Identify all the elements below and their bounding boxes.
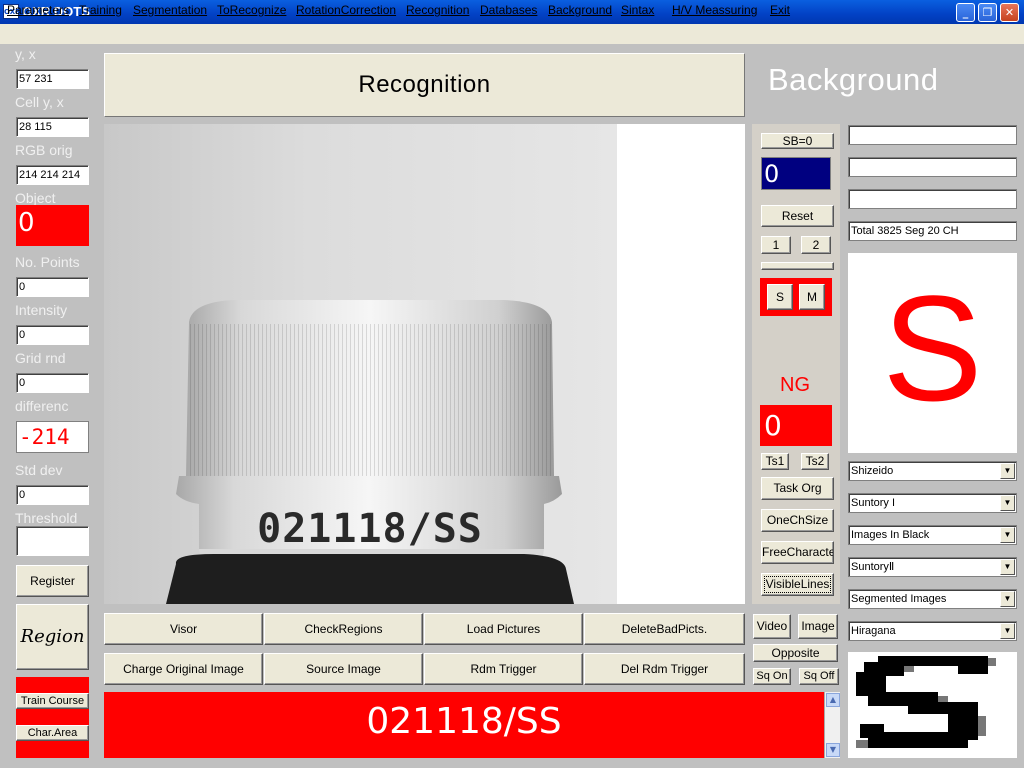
info-field-2[interactable] — [848, 157, 1017, 177]
restore-icon[interactable]: ❐ — [978, 3, 997, 22]
menu-bar — [0, 24, 1024, 44]
points-field[interactable]: 0 — [16, 277, 89, 297]
check-regions-button[interactable]: CheckRegions — [264, 613, 423, 645]
menu-parameters[interactable]: Parameters — [7, 3, 69, 17]
menu-recognition[interactable]: Recognition — [406, 3, 469, 17]
s-button[interactable]: S — [767, 284, 793, 310]
intensity-field[interactable]: 0 — [16, 325, 89, 345]
yx-label: y, x — [15, 46, 36, 62]
register-button[interactable]: Register — [16, 565, 89, 597]
menu-rotationcorrection[interactable]: RotationCorrection — [296, 3, 396, 17]
char-area-indicator — [16, 709, 89, 725]
recognized-char: S — [882, 264, 983, 432]
train-course-button[interactable]: Train Course — [16, 693, 89, 709]
info-field-3[interactable] — [848, 189, 1017, 209]
image-margin — [617, 124, 745, 604]
std-field[interactable]: 0 — [16, 485, 89, 505]
grid-label: Grid rnd — [15, 350, 66, 366]
rgb-field[interactable]: 214 214 214 — [16, 165, 89, 185]
database-combo-1[interactable]: Shizeido ▼ — [848, 461, 1017, 481]
background-title: Background — [768, 62, 939, 97]
scroll-up-arrow-icon[interactable]: ▲ — [826, 693, 840, 707]
yx-field[interactable]: 57 231 — [16, 69, 89, 89]
recognition-result: 021118/SS — [104, 692, 824, 758]
rdm-trigger-button[interactable]: Rdm Trigger — [424, 653, 583, 685]
database-combo-5[interactable]: Segmented Images ▼ — [848, 589, 1017, 609]
grid-field[interactable]: 0 — [16, 373, 89, 393]
train-course-indicator — [16, 677, 89, 693]
threshold-field[interactable] — [16, 526, 89, 556]
ts1-button[interactable]: Ts1 — [761, 453, 789, 470]
menu-hv-meassuring[interactable]: H/V Meassuring — [672, 3, 757, 17]
dropdown-arrow-icon[interactable]: ▼ — [1000, 495, 1015, 511]
menu-training[interactable]: Training — [79, 3, 122, 17]
menu-exit[interactable]: Exit — [770, 3, 790, 17]
charge-original-image-button[interactable]: Charge Original Image — [104, 653, 263, 685]
opposite-button[interactable]: Opposite — [753, 644, 838, 662]
sb-button[interactable]: SB=0 — [761, 133, 834, 149]
blank-bar — [761, 262, 834, 270]
dropdown-arrow-icon[interactable]: ▼ — [1000, 623, 1015, 639]
m-button[interactable]: M — [799, 284, 825, 310]
rgb-label: RGB orig — [15, 142, 73, 158]
database-combo-4[interactable]: SuntoryⅡ ▼ — [848, 557, 1017, 577]
dropdown-arrow-icon[interactable]: ▼ — [1000, 463, 1015, 479]
menu-torecognize[interactable]: ToRecognize — [217, 3, 286, 17]
points-label: No. Points — [15, 254, 80, 270]
region-button[interactable]: Region — [16, 604, 89, 670]
video-button[interactable]: Video — [753, 614, 791, 639]
source-image-button[interactable]: Source Image — [264, 653, 423, 685]
database-combo-3[interactable]: Images In Black ▼ — [848, 525, 1017, 545]
load-pictures-button[interactable]: Load Pictures — [424, 613, 583, 645]
free-character-button[interactable]: FreeCharacter — [761, 541, 834, 564]
reset-button[interactable]: Reset — [761, 205, 834, 227]
button-1[interactable]: 1 — [761, 236, 791, 254]
char-area-button[interactable]: Char.Area — [16, 725, 89, 741]
char-area-indicator-bottom — [16, 741, 89, 758]
minimize-icon[interactable]: _ — [956, 3, 975, 22]
diff-value: -214 — [16, 421, 89, 453]
image-button[interactable]: Image — [798, 614, 838, 639]
task-org-button[interactable]: Task Org — [761, 477, 834, 500]
total-field[interactable]: Total 3825 Seg 20 CH — [848, 221, 1017, 241]
diff-label: differenc — [15, 398, 69, 414]
sq-on-button[interactable]: Sq On — [753, 668, 791, 685]
printed-code-text: 021118/SS — [257, 506, 483, 552]
object-label: Object — [15, 190, 56, 206]
cell-field[interactable]: 28 115 — [16, 117, 89, 137]
ng-counter: 0 — [760, 405, 832, 446]
sq-off-button[interactable]: Sq Off — [799, 668, 839, 685]
result-scrollbar[interactable]: ▲ ▼ — [824, 692, 840, 758]
counter-display: 0 — [761, 157, 831, 190]
del-rdm-trigger-button[interactable]: Del Rdm Trigger — [584, 653, 745, 685]
dropdown-arrow-icon[interactable]: ▼ — [1000, 591, 1015, 607]
menu-databases[interactable]: Databases — [480, 3, 537, 17]
threshold-label: Threshold — [15, 510, 78, 526]
dropdown-arrow-icon[interactable]: ▼ — [1000, 527, 1015, 543]
ng-label: NG — [780, 374, 810, 396]
menu-background[interactable]: Background — [548, 3, 612, 17]
database-combo-2[interactable]: Suntory I ▼ — [848, 493, 1017, 513]
object-value: 0 — [16, 205, 89, 246]
segmented-char-preview — [848, 652, 1017, 758]
cell-label: Cell y, x — [15, 94, 64, 110]
visor-button[interactable]: Visor — [104, 613, 263, 645]
scroll-down-arrow-icon[interactable]: ▼ — [826, 743, 840, 757]
button-2[interactable]: 2 — [801, 236, 831, 254]
database-combo-6[interactable]: Hiragana ▼ — [848, 621, 1017, 641]
control-panel — [752, 124, 840, 604]
intensity-label: Intensity — [15, 302, 68, 318]
close-icon[interactable]: ✕ — [1000, 3, 1019, 22]
camera-image: 021118/SS — [104, 124, 617, 604]
menu-segmentation[interactable]: Segmentation — [133, 3, 207, 17]
recognition-title: Recognition — [104, 53, 745, 117]
delete-bad-picts-button[interactable]: DeleteBadPicts. — [584, 613, 745, 645]
info-field-1[interactable] — [848, 125, 1017, 145]
dropdown-arrow-icon[interactable]: ▼ — [1000, 559, 1015, 575]
visible-lines-button[interactable]: VisibleLines — [761, 573, 834, 596]
menu-sintax[interactable]: Sintax — [621, 3, 654, 17]
ts2-button[interactable]: Ts2 — [801, 453, 829, 470]
one-ch-size-button[interactable]: OneChSize — [761, 509, 834, 532]
std-label: Std dev — [15, 462, 63, 478]
